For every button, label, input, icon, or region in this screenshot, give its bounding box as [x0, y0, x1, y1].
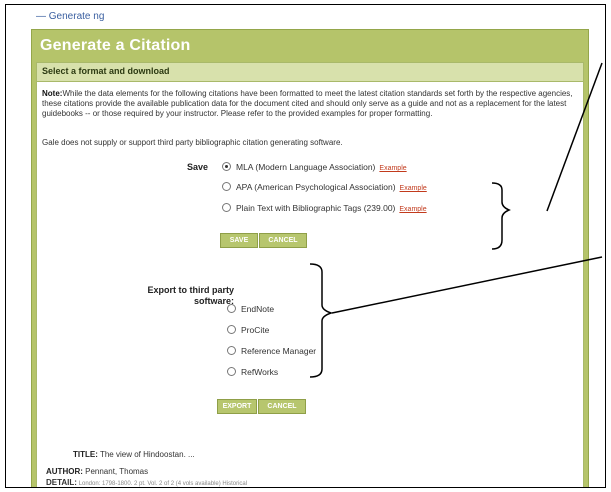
save-bracket [491, 182, 511, 250]
export-callout-line [331, 256, 603, 314]
annotation-overlay [309, 62, 603, 378]
save-callout-line [546, 62, 603, 212]
screenshot-frame: — Generate ng Generate a Citation Select… [5, 4, 606, 488]
export-bracket [309, 263, 334, 378]
